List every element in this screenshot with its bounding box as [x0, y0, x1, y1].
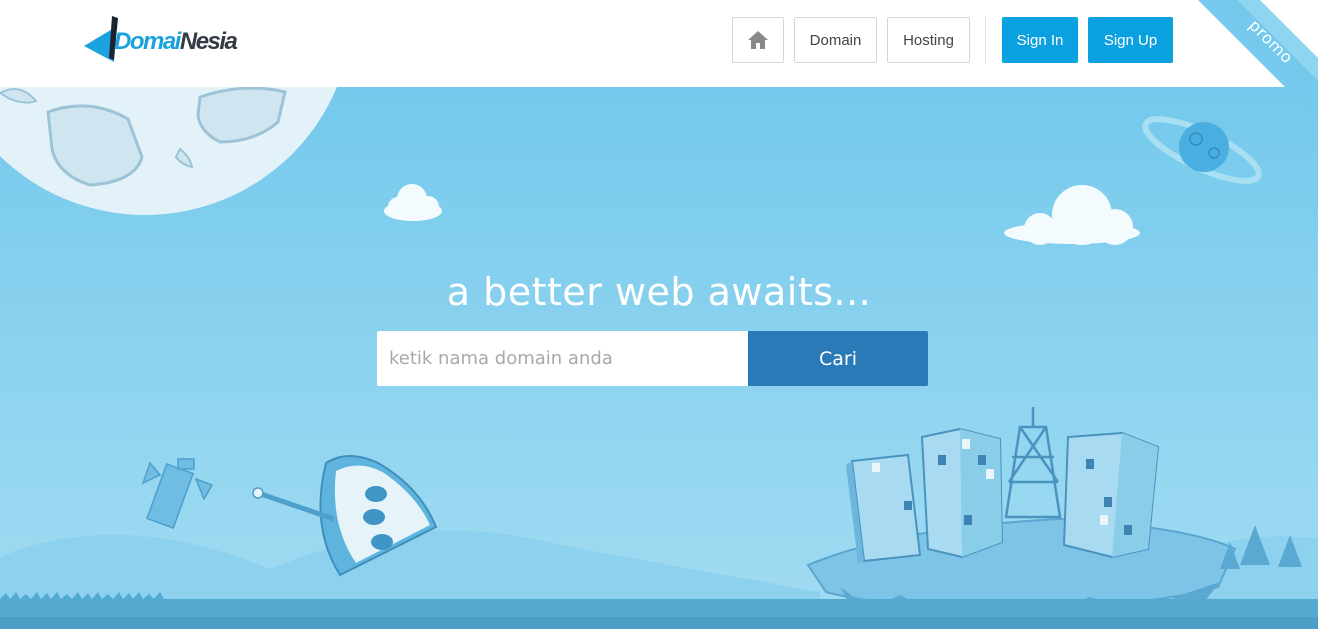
logo-text-part2: Nesia	[179, 28, 238, 55]
search-button[interactable]: Cari	[748, 331, 928, 386]
nav-divider	[985, 17, 986, 63]
hero-section: a better web awaits... Cari	[0, 87, 1318, 629]
promo-ribbon[interactable]: promo	[1198, 0, 1318, 120]
logo-text: DomaiNesia	[114, 27, 238, 57]
home-icon	[748, 31, 768, 49]
sign-in-button[interactable]: Sign In	[1002, 17, 1078, 63]
home-button[interactable]	[732, 17, 784, 63]
brand-logo[interactable]: DomaiNesia	[82, 16, 242, 66]
nav-hosting-button[interactable]: Hosting	[887, 17, 970, 63]
nav-domain-button[interactable]: Domain	[794, 17, 877, 63]
building-1-icon	[846, 453, 922, 563]
logo-text-part1: Domai	[114, 28, 181, 55]
hero-headline: a better web awaits...	[446, 270, 872, 314]
top-navbar: DomaiNesia Domain Hosting Sign In Sign U…	[0, 0, 1318, 87]
sign-up-button[interactable]: Sign Up	[1088, 17, 1173, 63]
building-2-icon	[920, 427, 1004, 559]
domain-search-input[interactable]	[377, 331, 748, 386]
building-3-icon	[1062, 431, 1160, 559]
